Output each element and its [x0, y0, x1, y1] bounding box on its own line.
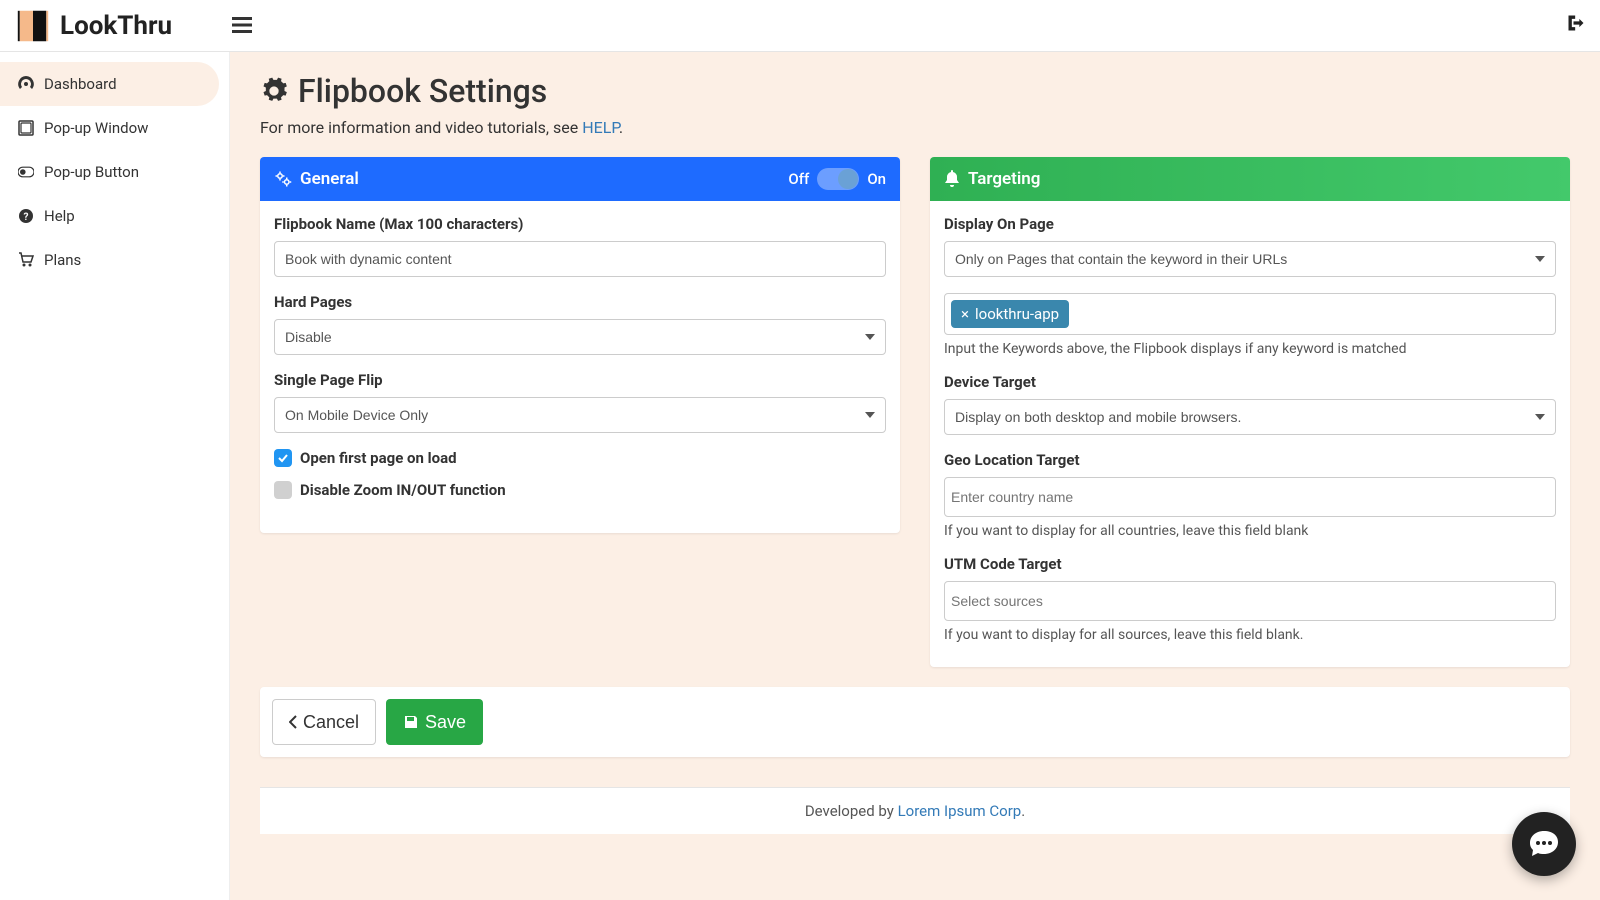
sidebar-item-label: Pop-up Button: [44, 163, 139, 181]
cart-icon: [18, 252, 34, 268]
targeting-panel-header: Targeting: [930, 157, 1570, 201]
utm-target-label: UTM Code Target: [944, 555, 1556, 573]
device-target-select[interactable]: Display on both desktop and mobile brows…: [944, 399, 1556, 435]
help-icon: ?: [18, 208, 34, 224]
enable-toggle[interactable]: [817, 168, 859, 190]
sidebar-item-popup-button[interactable]: Pop-up Button: [0, 150, 229, 194]
chat-icon: [1527, 827, 1561, 861]
brand-logo[interactable]: LookThru: [14, 7, 172, 45]
gear-icon: [260, 77, 288, 105]
open-first-checkbox[interactable]: [274, 449, 292, 467]
actions-bar: Cancel Save: [260, 687, 1570, 757]
footer: Developed by Lorem Ipsum Corp.: [260, 787, 1570, 834]
keywords-text-input[interactable]: [1075, 301, 1549, 327]
utm-text-input[interactable]: [951, 588, 1549, 614]
general-panel: General Off On Flipbook Name (Max 100 ch…: [260, 157, 900, 533]
window-icon: [18, 120, 34, 136]
page-subtitle: For more information and video tutorials…: [260, 118, 1570, 137]
display-on-page-label: Display On Page: [944, 215, 1556, 233]
sidebar-item-label: Help: [44, 207, 75, 225]
cogs-icon: [274, 170, 292, 188]
cancel-button[interactable]: Cancel: [272, 699, 376, 745]
utm-target-input[interactable]: [944, 581, 1556, 621]
hard-pages-select[interactable]: Disable: [274, 319, 886, 355]
general-toggle: Off On: [788, 168, 886, 190]
sidebar-item-dashboard[interactable]: Dashboard: [0, 62, 219, 106]
chevron-left-icon: [289, 715, 297, 729]
sidebar: Dashboard Pop-up Window Pop-up Button ? …: [0, 52, 230, 900]
flipbook-name-input[interactable]: [274, 241, 886, 277]
geo-target-label: Geo Location Target: [944, 451, 1556, 469]
hard-pages-label: Hard Pages: [274, 293, 886, 311]
geo-help: If you want to display for all countries…: [944, 523, 1556, 539]
topbar: LookThru: [0, 0, 1600, 52]
single-flip-label: Single Page Flip: [274, 371, 886, 389]
hamburger-icon[interactable]: [232, 14, 252, 38]
display-on-page-select[interactable]: Only on Pages that contain the keyword i…: [944, 241, 1556, 277]
sidebar-item-plans[interactable]: Plans: [0, 238, 229, 282]
utm-help: If you want to display for all sources, …: [944, 627, 1556, 643]
brand-name: LookThru: [60, 11, 172, 41]
sidebar-item-label: Plans: [44, 251, 81, 269]
keyword-tag: × lookthru-app: [951, 300, 1069, 328]
toggle-icon: [18, 164, 34, 180]
device-target-label: Device Target: [944, 373, 1556, 391]
save-button[interactable]: Save: [386, 699, 483, 745]
disable-zoom-checkbox[interactable]: [274, 481, 292, 499]
check-icon: [277, 452, 289, 464]
sidebar-item-label: Pop-up Window: [44, 119, 148, 137]
book-icon: [14, 7, 52, 45]
single-flip-select[interactable]: On Mobile Device Only: [274, 397, 886, 433]
sidebar-item-label: Dashboard: [44, 75, 117, 93]
open-first-label: Open first page on load: [300, 449, 457, 467]
targeting-panel: Targeting Display On Page Only on Pages …: [930, 157, 1570, 667]
chat-bubble[interactable]: [1512, 812, 1576, 876]
help-link[interactable]: HELP: [582, 118, 619, 137]
svg-text:?: ?: [24, 212, 29, 223]
keywords-help: Input the Keywords above, the Flipbook d…: [944, 341, 1556, 357]
main-content: Flipbook Settings For more information a…: [230, 52, 1600, 900]
save-icon: [403, 714, 419, 730]
remove-tag-icon[interactable]: ×: [961, 305, 969, 323]
sidebar-item-popup-window[interactable]: Pop-up Window: [0, 106, 229, 150]
logout-icon[interactable]: [1566, 13, 1586, 38]
disable-zoom-label: Disable Zoom IN/OUT function: [300, 481, 506, 499]
geo-text-input[interactable]: [951, 484, 1549, 510]
page-title: Flipbook Settings: [260, 72, 1570, 110]
dashboard-icon: [18, 76, 34, 92]
flipbook-name-label: Flipbook Name (Max 100 characters): [274, 215, 886, 233]
keywords-input[interactable]: × lookthru-app: [944, 293, 1556, 335]
geo-target-input[interactable]: [944, 477, 1556, 517]
general-panel-header: General Off On: [260, 157, 900, 201]
developer-link[interactable]: Lorem Ipsum Corp: [898, 802, 1022, 820]
sidebar-item-help[interactable]: ? Help: [0, 194, 229, 238]
bell-icon: [944, 170, 960, 188]
